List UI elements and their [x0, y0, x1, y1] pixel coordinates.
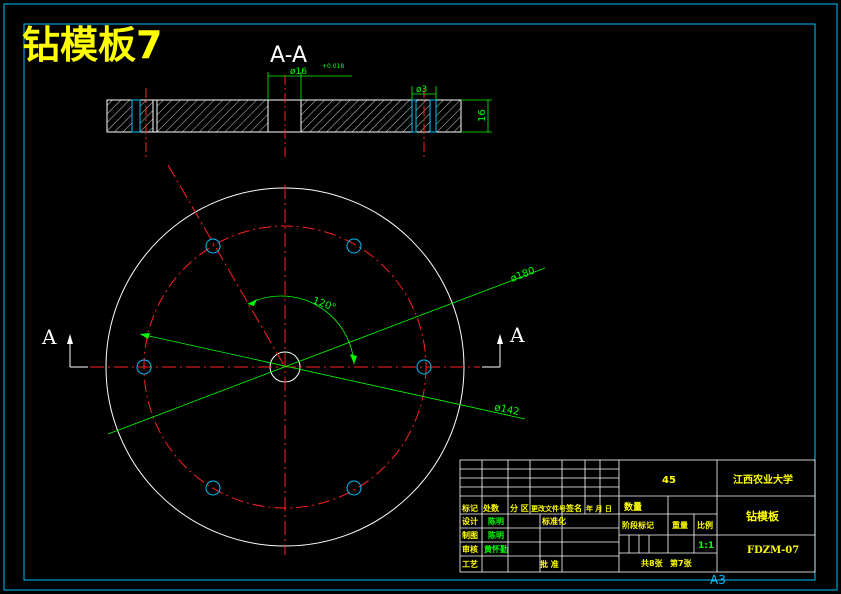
- tb-drawing-no: FDZM-07: [747, 545, 799, 556]
- tb-draft-name: 陈明: [488, 530, 504, 540]
- drawing-canvas: 钻模板7 A-A ø16 +0.018 ø3 16 120° ø180 ø142…: [3, 3, 838, 591]
- hatch-segment-6: [435, 99, 462, 133]
- tb-scale-label: 比例: [697, 520, 713, 530]
- tb-sheet-index: 第7张: [670, 558, 693, 568]
- outer-dia-label: ø180: [509, 265, 536, 284]
- plan-view: 120° ø180 ø142: [90, 164, 546, 555]
- tb-sheet-count: 共8张: [641, 558, 664, 568]
- tb-design-label: 设计: [462, 516, 478, 526]
- section-marker-left: A: [41, 325, 88, 368]
- tb-material: 45: [662, 475, 676, 486]
- section-view: ø16 +0.018 ø3 16: [106, 63, 492, 158]
- tb-part-name: 钻模板: [746, 509, 780, 523]
- tb-header-3: 更改文件号: [531, 504, 566, 513]
- tb-standard-label: 标准化: [541, 516, 566, 526]
- hatch-segment-1: [106, 99, 133, 133]
- tb-weight-label: 重量: [672, 520, 688, 530]
- tb-approve-label: 批 准: [540, 559, 559, 569]
- angle-reference-line: [167, 164, 286, 368]
- pcd-leader: [139, 333, 526, 420]
- hatch-segment-4: [300, 99, 413, 133]
- tb-school: 江西农业大学: [733, 473, 793, 486]
- angle-arrow-end: [350, 354, 357, 364]
- tb-header-2: 分 区: [510, 503, 529, 513]
- tb-review-label: 审核: [462, 544, 478, 554]
- bolt-hole-300: [346, 480, 362, 496]
- angle-arc: [247, 295, 355, 365]
- section-marker-left-arrow: [67, 334, 73, 344]
- pcd-label: ø142: [493, 402, 520, 418]
- bolt-hole-60: [346, 238, 362, 254]
- section-marker-right: A: [482, 323, 525, 368]
- sheet-size-label: A3: [710, 573, 726, 587]
- hatch-segment-3: [156, 99, 269, 133]
- pcd-arrow: [140, 333, 150, 339]
- tb-review-name: 黄怀勤: [484, 544, 508, 554]
- tb-scale-value: 1:1: [698, 541, 714, 551]
- tb-process-label: 工艺: [462, 559, 478, 569]
- hatch-segment-5: [415, 99, 431, 133]
- tb-design-name: 陈明: [488, 516, 504, 526]
- section-label: A-A: [270, 43, 307, 68]
- tb-header-4: 签名: [565, 503, 582, 513]
- drawing-title: 钻模板7: [22, 23, 162, 67]
- section-marker-left-letter: A: [41, 325, 57, 349]
- tb-header-5: 年 月 日: [586, 504, 612, 513]
- angle-label: 120°: [311, 295, 337, 314]
- section-marker-right-arrow: [497, 334, 503, 344]
- section-hole-right-a: [411, 99, 417, 133]
- angle-arrow-start: [248, 299, 257, 306]
- section-marker-right-letter: A: [509, 323, 525, 347]
- bore-dia-label: ø16: [290, 67, 307, 77]
- tb-quantity-label: 数量: [624, 501, 642, 513]
- hole-dia-label: ø3: [416, 85, 427, 95]
- section-hole-left: [131, 99, 141, 133]
- section-hole-right-b: [429, 99, 437, 133]
- bore-tol-label: +0.018: [322, 63, 344, 70]
- thickness-label: 16: [477, 109, 488, 122]
- tb-stage-label: 阶段标记: [622, 520, 654, 530]
- tb-draft-label: 制图: [462, 530, 478, 540]
- tb-header-0: 标记: [461, 503, 478, 513]
- tb-header-1: 处数: [482, 503, 500, 513]
